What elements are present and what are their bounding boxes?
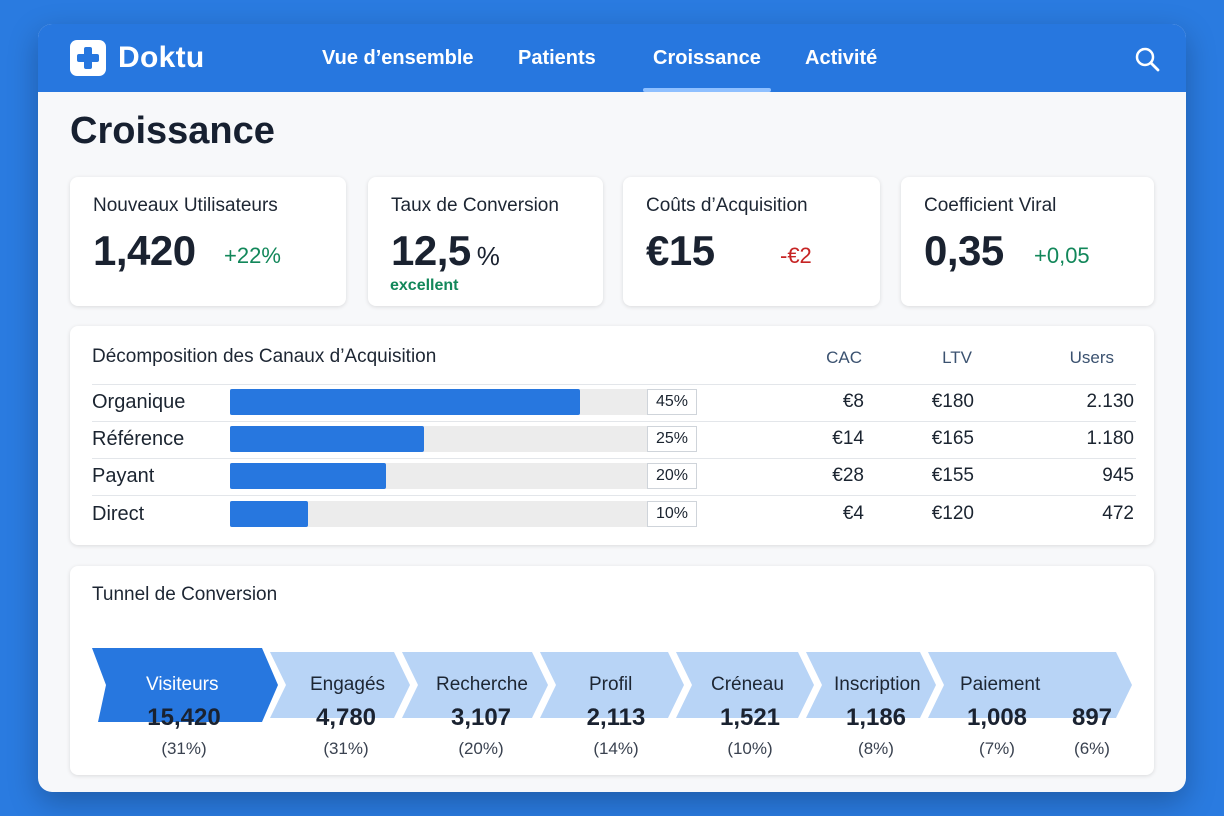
- funnel-step-value: 15,420: [147, 704, 221, 731]
- funnel-step-percentage: (31%): [161, 739, 207, 758]
- channel-name: Organique: [92, 391, 186, 413]
- kpi-value: 0,35: [924, 227, 1004, 274]
- kpi-title: Taux de Conversion: [391, 195, 559, 216]
- table-row[interactable]: Organique 45% €8 €180 2.130: [92, 385, 1136, 422]
- page-title: Croissance: [70, 110, 275, 152]
- kpi-unit: %: [476, 241, 500, 271]
- kpi-card-conversion-rate: Taux de Conversion 12,5% excellent: [368, 177, 603, 306]
- channel-ltv: €180: [931, 391, 974, 412]
- channel-ltv: €165: [931, 428, 974, 449]
- share-bar-track: [230, 426, 648, 452]
- channel-cac: €14: [832, 428, 864, 449]
- medical-cross-icon: [70, 40, 106, 76]
- funnel-step-label: Visiteurs: [146, 674, 219, 695]
- nav-tab-activity[interactable]: Activité: [805, 24, 877, 92]
- channel-cac: €28: [832, 465, 864, 486]
- app-name: Doktu: [118, 41, 205, 74]
- kpi-value: 12,5%: [391, 227, 500, 274]
- section-title: Tunnel de Conversion: [92, 584, 278, 605]
- channel-users: 1.180: [1086, 428, 1134, 449]
- channel-name: Payant: [92, 465, 155, 487]
- funnel-step-percentage: (10%): [727, 739, 773, 758]
- funnel-step-value: 1,008: [966, 704, 1028, 731]
- channel-cac: €8: [842, 391, 864, 412]
- funnel-step-value: 1,521: [719, 704, 781, 731]
- share-bar-fill: [230, 389, 580, 415]
- kpi-delta: -€2: [780, 243, 812, 268]
- channel-users: 945: [1102, 465, 1134, 486]
- funnel-step-label: Inscription: [834, 674, 921, 695]
- funnel-step-percentage: (14%): [593, 739, 639, 758]
- share-bar-fill: [230, 463, 386, 489]
- funnel-step-label: Recherche: [436, 674, 528, 695]
- app-window: Doktu Vue d’ensemble Patients Croissance…: [38, 24, 1186, 792]
- funnel-step-value: 1,186: [845, 704, 907, 731]
- share-bar-fill: [230, 426, 425, 452]
- table-row[interactable]: Payant 20% €28 €155 945: [92, 459, 1136, 496]
- nav-tab-overview[interactable]: Vue d’ensemble: [322, 24, 474, 92]
- funnel-step-percentage: (7%): [979, 739, 1015, 758]
- kpi-value: 1,420: [93, 227, 196, 274]
- channel-name: Direct: [92, 503, 145, 525]
- funnel-final-percentage: (6%): [1074, 739, 1110, 758]
- top-navigation-bar: Doktu Vue d’ensemble Patients Croissance…: [38, 24, 1186, 92]
- funnel-step-value: 2,113: [586, 704, 646, 731]
- channel-users: 472: [1102, 503, 1134, 524]
- column-header-users: Users: [1069, 348, 1114, 367]
- kpi-title: Nouveaux Utilisateurs: [93, 195, 278, 216]
- funnel-step-value: 4,780: [315, 704, 377, 731]
- funnel-step-percentage: (20%): [458, 739, 504, 758]
- share-bar-fill: [230, 501, 308, 527]
- table-row[interactable]: Direct 10% €4 €120 472: [92, 497, 1136, 534]
- funnel-final-value: 897: [1071, 704, 1113, 731]
- kpi-card-acquisition-cost: Coûts d’Acquisition €15 -€2: [623, 177, 880, 306]
- channel-name: Référence: [92, 428, 185, 450]
- kpi-delta: +0,05: [1034, 243, 1090, 268]
- channel-users: 2.130: [1086, 391, 1134, 412]
- app-logo[interactable]: Doktu: [70, 40, 205, 76]
- funnel-step-label: Créneau: [711, 674, 784, 695]
- funnel-step-percentage: (8%): [858, 739, 894, 758]
- share-percentage: 25%: [647, 426, 697, 452]
- kpi-title: Coefficient Viral: [924, 195, 1057, 216]
- funnel-step-label: Engagés: [310, 674, 386, 695]
- channel-cac: €4: [842, 503, 864, 524]
- search-icon[interactable]: [1134, 46, 1160, 72]
- kpi-note: excellent: [390, 277, 459, 294]
- share-bar-track: [230, 389, 648, 415]
- share-bar-track: [230, 501, 648, 527]
- channel-ltv: €155: [931, 465, 974, 486]
- table-row[interactable]: Référence 25% €14 €165 1.180: [92, 422, 1136, 459]
- share-bar-track: [230, 463, 648, 489]
- acquisition-channels-card: Décomposition des Canaux d’Acquisition C…: [70, 326, 1154, 545]
- nav-tab-growth[interactable]: Croissance: [643, 24, 771, 92]
- share-percentage: 20%: [647, 463, 697, 489]
- column-header-cac: CAC: [826, 348, 862, 367]
- share-percentage: 10%: [647, 501, 697, 527]
- kpi-title: Coûts d’Acquisition: [646, 195, 808, 216]
- section-title: Décomposition des Canaux d’Acquisition: [92, 346, 437, 367]
- channel-ltv: €120: [931, 503, 974, 524]
- kpi-value: €15: [646, 227, 715, 274]
- kpi-delta: +22%: [224, 243, 281, 268]
- funnel-step-percentage: (31%): [323, 739, 369, 758]
- funnel-step-value: 3,107: [450, 704, 512, 731]
- funnel-step-label: Profil: [589, 674, 633, 695]
- column-header-ltv: LTV: [942, 348, 972, 367]
- kpi-card-viral-coefficient: Coefficient Viral 0,35 +0,05: [901, 177, 1154, 306]
- kpi-card-new-users: Nouveaux Utilisateurs 1,420 +22%: [70, 177, 346, 306]
- nav-tab-patients[interactable]: Patients: [518, 24, 596, 92]
- funnel-step-label: Paiement: [960, 674, 1041, 695]
- share-percentage: 45%: [647, 389, 697, 415]
